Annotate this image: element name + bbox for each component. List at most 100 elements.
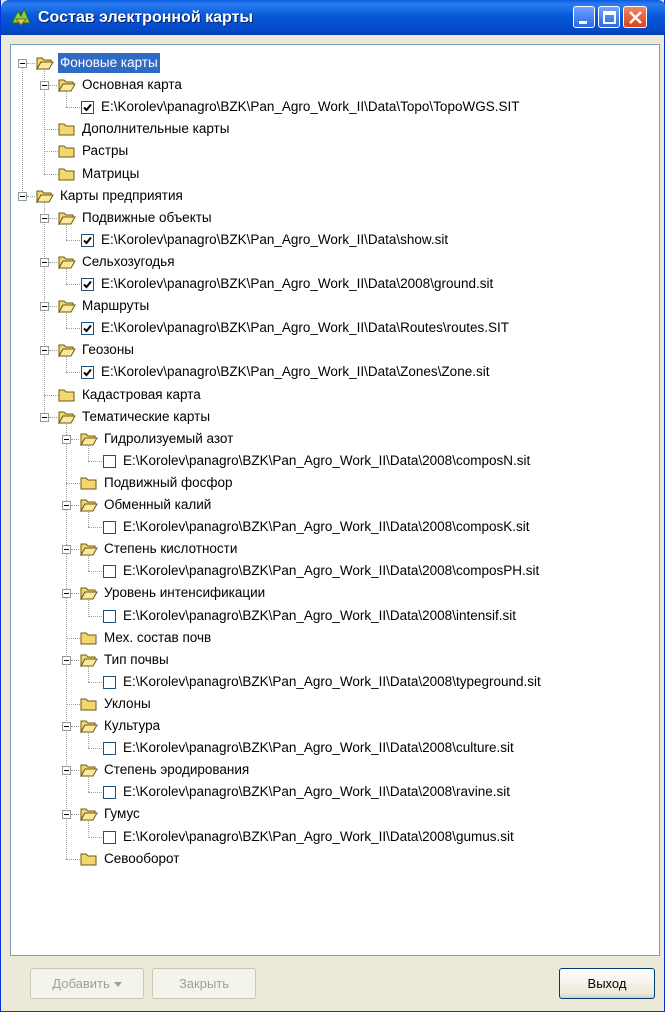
folder-icon [80, 631, 98, 645]
layer-file-row[interactable]: E:\Korolev\panagro\BZK\Pan_Agro_Work_II\… [11, 274, 651, 296]
collapse-toggle[interactable] [62, 501, 71, 510]
layer-checkbox[interactable] [103, 521, 116, 535]
layer-group-row[interactable]: Подвижные объекты [11, 208, 651, 230]
layer-group-row[interactable]: Дополнительные карты [11, 119, 651, 141]
collapse-toggle[interactable] [18, 191, 27, 201]
layer-checkbox[interactable] [81, 278, 94, 291]
layer-group-label: Уклоны [104, 695, 151, 711]
tree-connector-line [49, 217, 57, 219]
layer-checkbox[interactable] [103, 454, 116, 468]
window-title: Состав электронной карты [38, 9, 254, 26]
layer-checkbox[interactable] [81, 322, 94, 336]
layer-checkbox[interactable] [103, 742, 116, 756]
tree-connector-line [71, 438, 79, 440]
layer-group-label: Подвижные объекты [82, 209, 212, 225]
layer-group-row[interactable]: Гидролизуемый азот [11, 429, 651, 451]
tree-connector-line [27, 195, 35, 197]
layer-file-row[interactable]: E:\Korolev\panagro\BZK\Pan_Agro_Work_II\… [11, 738, 651, 760]
layer-group-row[interactable]: Геозоны [11, 340, 651, 362]
maximize-button[interactable] [598, 6, 620, 28]
layer-file-row[interactable]: E:\Korolev\panagro\BZK\Pan_Agro_Work_II\… [11, 606, 651, 628]
layer-group-row[interactable]: Севооборот [11, 849, 651, 871]
collapse-toggle[interactable] [62, 589, 71, 599]
layer-group-row[interactable]: Маршруты [11, 296, 651, 318]
layer-group-label: Гидролизуемый азот [104, 430, 234, 446]
tree-connector-line [88, 460, 102, 462]
tree-connector-line [71, 505, 79, 506]
exit-button[interactable]: Выход [559, 968, 655, 999]
layer-group-row[interactable]: Культура [11, 716, 651, 738]
layer-group-row[interactable]: Матрицы [11, 164, 651, 186]
map-app-icon [11, 7, 31, 26]
tree-connector-line [71, 726, 79, 727]
collapse-toggle[interactable] [18, 59, 27, 68]
layer-tree[interactable]: Фоновые карты Основная карта E:\Korolev\pa… [10, 44, 660, 956]
collapse-toggle[interactable] [40, 213, 49, 223]
layer-file-label: E:\Korolev\panagro\BZK\Pan_Agro_Work_II\… [123, 563, 540, 579]
collapse-toggle[interactable] [62, 810, 71, 820]
layer-group-row[interactable]: Карты предприятия [11, 186, 651, 208]
tree-connector-line [44, 129, 58, 131]
layer-checkbox[interactable] [103, 565, 116, 579]
layer-checkbox[interactable] [103, 609, 116, 623]
checkmark-icon [83, 236, 92, 245]
folder-icon [80, 852, 98, 866]
folder-icon [58, 122, 76, 136]
layer-group-label: Обменный калий [104, 497, 212, 512]
layer-group-label: Растры [82, 143, 129, 159]
layer-group-row[interactable]: Тип почвы [11, 650, 651, 672]
layer-file-row[interactable]: E:\Korolev\panagro\BZK\Pan_Agro_Work_II\… [11, 451, 651, 473]
layer-file-row[interactable]: E:\Korolev\panagro\BZK\Pan_Agro_Work_II\… [11, 230, 651, 252]
layer-file-row[interactable]: E:\Korolev\panagro\BZK\Pan_Agro_Work_II\… [11, 318, 651, 340]
layer-group-row[interactable]: Кадастровая карта [11, 385, 651, 407]
layer-group-row[interactable]: Подвижный фосфор [11, 473, 651, 495]
collapse-toggle[interactable] [40, 412, 49, 422]
collapse-toggle[interactable] [40, 302, 49, 312]
layer-checkbox[interactable] [103, 830, 116, 844]
layer-file-row[interactable]: E:\Korolev\panagro\BZK\Pan_Agro_Work_II\… [11, 827, 651, 849]
layer-group-row[interactable]: Основная карта [11, 75, 651, 97]
layer-group-label: Фоновые карты [57, 52, 161, 74]
collapse-toggle[interactable] [62, 545, 71, 555]
collapse-toggle[interactable] [62, 766, 71, 776]
layer-file-row[interactable]: E:\Korolev\panagro\BZK\Pan_Agro_Work_II\… [11, 561, 651, 583]
close-button[interactable] [623, 6, 647, 28]
layer-file-row[interactable]: E:\Korolev\panagro\BZK\Pan_Agro_Work_II\… [11, 97, 651, 119]
layer-checkbox[interactable] [103, 675, 116, 689]
layer-file-row[interactable]: E:\Korolev\panagro\BZK\Pan_Agro_Work_II\… [11, 362, 651, 384]
layer-group-row[interactable]: Мех. состав почв [11, 628, 651, 650]
layer-group-row[interactable]: Уклоны [11, 694, 651, 716]
layer-checkbox[interactable] [81, 366, 94, 380]
title-bar[interactable]: Состав электронной карты [1, 0, 665, 35]
layer-file-row[interactable]: E:\Korolev\panagro\BZK\Pan_Agro_Work_II\… [11, 672, 651, 694]
collapse-toggle[interactable] [62, 655, 71, 665]
collapse-toggle[interactable] [40, 257, 49, 267]
layer-group-row[interactable]: Степень кислотности [11, 539, 651, 561]
collapse-toggle[interactable] [62, 722, 71, 731]
add-button[interactable]: Добавить [30, 968, 144, 999]
collapse-toggle[interactable] [62, 434, 71, 444]
layer-file-label: E:\Korolev\panagro\BZK\Pan_Agro_Work_II\… [101, 364, 490, 380]
layer-group-row[interactable]: Обменный калий [11, 495, 651, 517]
collapse-toggle[interactable] [40, 346, 49, 356]
layer-file-row[interactable]: E:\Korolev\panagro\BZK\Pan_Agro_Work_II\… [11, 782, 651, 804]
minimize-button[interactable] [573, 6, 595, 28]
layer-checkbox[interactable] [81, 233, 94, 247]
layer-group-row[interactable]: Сельхозугодья [11, 252, 651, 274]
layer-group-row[interactable]: Уровень интенсификации [11, 583, 651, 605]
layer-group-row[interactable]: Тематические карты [11, 407, 651, 429]
layer-group-row[interactable]: Фоновые карты [11, 52, 651, 75]
layer-file-row[interactable]: E:\Korolev\panagro\BZK\Pan_Agro_Work_II\… [11, 517, 651, 539]
close-dialog-button[interactable]: Закрыть [152, 968, 256, 999]
layer-group-label: Маршруты [82, 298, 150, 314]
layer-group-label: Степень эродирования [104, 762, 250, 778]
layer-group-row[interactable]: Гумус [11, 804, 651, 826]
layer-group-row[interactable]: Растры [11, 141, 651, 163]
layer-checkbox[interactable] [103, 786, 116, 800]
collapse-toggle[interactable] [40, 81, 49, 91]
layer-file-label: E:\Korolev\panagro\BZK\Pan_Agro_Work_II\… [123, 740, 514, 756]
layer-checkbox[interactable] [81, 101, 94, 115]
layer-group-row[interactable]: Степень эродирования [11, 760, 651, 782]
tree-connector-line [66, 637, 80, 639]
tree-connector-line [44, 173, 58, 175]
